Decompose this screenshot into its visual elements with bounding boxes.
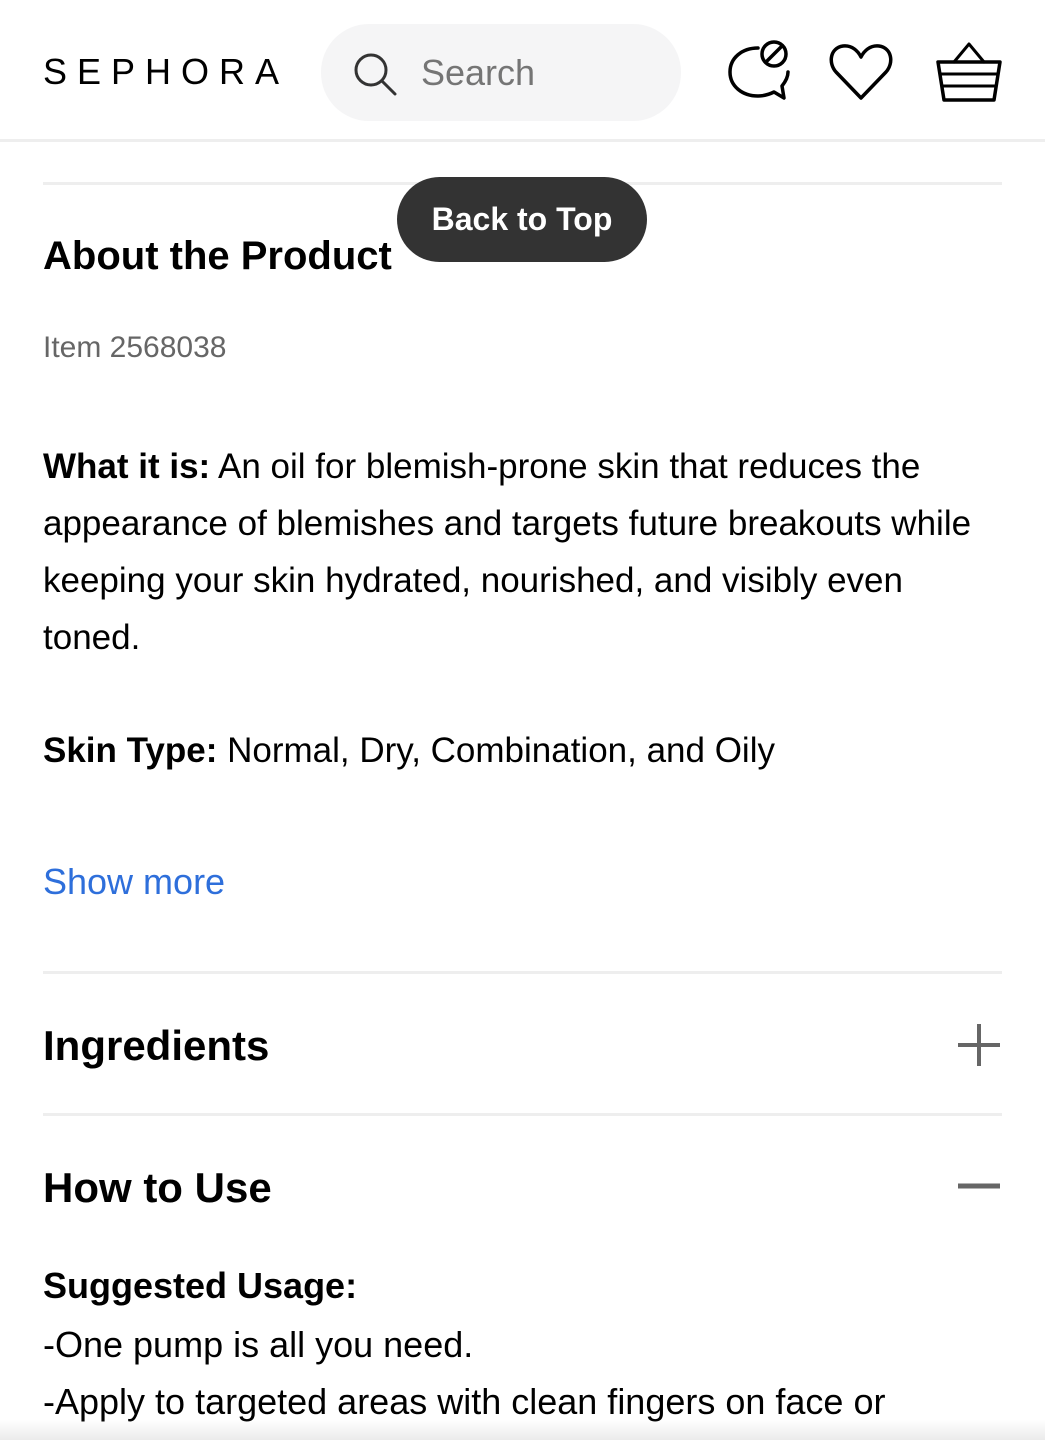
how-to-use-accordion-header[interactable]: How to Use: [43, 1163, 272, 1213]
community-chat-icon[interactable]: [722, 36, 792, 106]
what-it-is-label: What it is:: [43, 447, 211, 486]
section-divider: [43, 971, 1002, 974]
skin-type-paragraph: Skin Type: Normal, Dry, Combination, and…: [43, 722, 1003, 779]
usage-line: -Apply to targeted areas with clean fing…: [43, 1381, 886, 1422]
heart-icon[interactable]: [826, 36, 896, 106]
about-product-heading: About the Product: [43, 234, 392, 278]
search-bar[interactable]: Search: [321, 24, 681, 121]
bottom-scroll-shadow: [0, 1420, 1045, 1440]
item-number: Item 2568038: [43, 331, 227, 364]
suggested-usage-heading: Suggested Usage:: [43, 1265, 358, 1306]
search-icon: [354, 53, 397, 96]
basket-icon[interactable]: [934, 36, 1004, 106]
plus-icon[interactable]: [956, 1022, 1002, 1068]
search-input[interactable]: Search: [421, 52, 535, 94]
minus-icon[interactable]: [956, 1163, 1002, 1209]
sephora-logo[interactable]: SEPHORA: [43, 52, 289, 92]
skin-type-label: Skin Type:: [43, 731, 218, 770]
usage-line: -One pump is all you need.: [43, 1324, 474, 1365]
product-details-page: SEPHORA Search Back to Top About the Pro: [0, 0, 1045, 1440]
skin-type-text: Normal, Dry, Combination, and Oily: [217, 731, 775, 770]
section-divider: [43, 1113, 1002, 1116]
top-header: SEPHORA Search: [0, 0, 1045, 142]
back-to-top-button[interactable]: Back to Top: [397, 177, 647, 262]
what-it-is-paragraph: What it is: An oil for blemish-prone ski…: [43, 438, 1003, 666]
show-more-link[interactable]: Show more: [43, 860, 225, 904]
ingredients-accordion-header[interactable]: Ingredients: [43, 1021, 269, 1071]
